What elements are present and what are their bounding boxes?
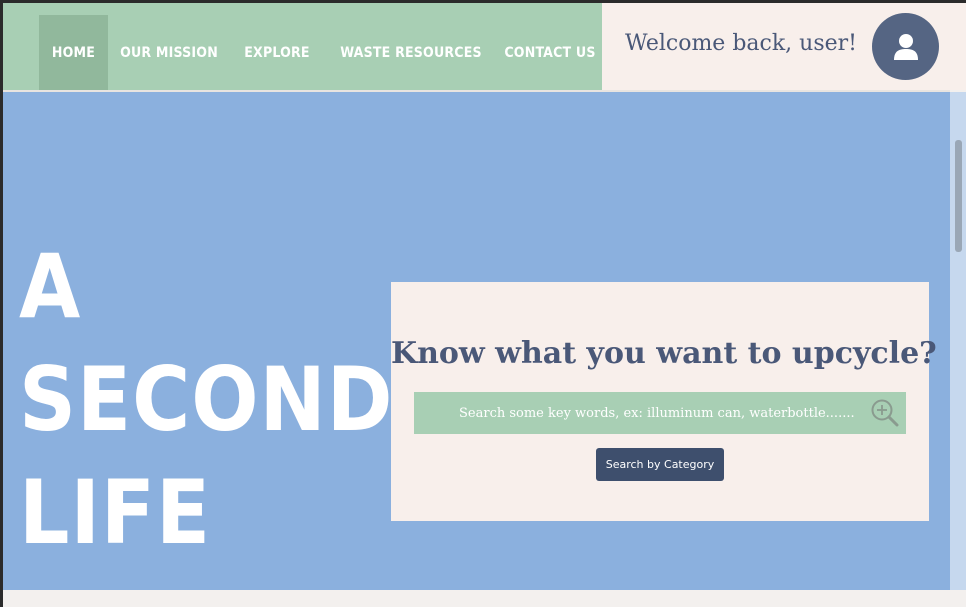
nav-item-contact-us[interactable]: CONTACT US [503,15,597,90]
hero-title: A SECOND LIFE [19,230,394,569]
search-by-category-button[interactable]: Search by Category [596,448,724,481]
welcome-message: Welcome back, user! [625,31,857,56]
hero-title-line-2: SECOND [19,348,394,451]
next-section-peek [3,590,966,607]
main-navigation: HOME OUR MISSION EXPLORE WASTE RESOURCES… [3,3,602,90]
search-card: Know what you want to upcycle? Search by… [391,282,937,521]
scrollbar-thumb[interactable] [955,140,962,252]
zoom-in-icon[interactable] [870,398,900,428]
user-icon [893,33,918,60]
search-input[interactable] [414,392,906,434]
welcome-panel: Welcome back, user! [602,3,966,90]
page-scrollbar[interactable] [950,92,966,590]
nav-item-home[interactable]: HOME [39,15,108,90]
nav-item-explore[interactable]: EXPLORE [239,15,315,90]
nav-item-waste-resources[interactable]: WASTE RESOURCES [340,15,481,90]
nav-item-our-mission[interactable]: OUR MISSION [120,15,218,90]
hero-title-line-1: A [19,235,82,338]
hero-title-line-3: LIFE [19,461,212,564]
search-bar [414,392,906,434]
search-heading: Know what you want to upcycle? [391,336,937,371]
user-avatar-button[interactable] [872,13,939,80]
hero-section: A SECOND LIFE Know what you want to upcy… [3,92,950,590]
